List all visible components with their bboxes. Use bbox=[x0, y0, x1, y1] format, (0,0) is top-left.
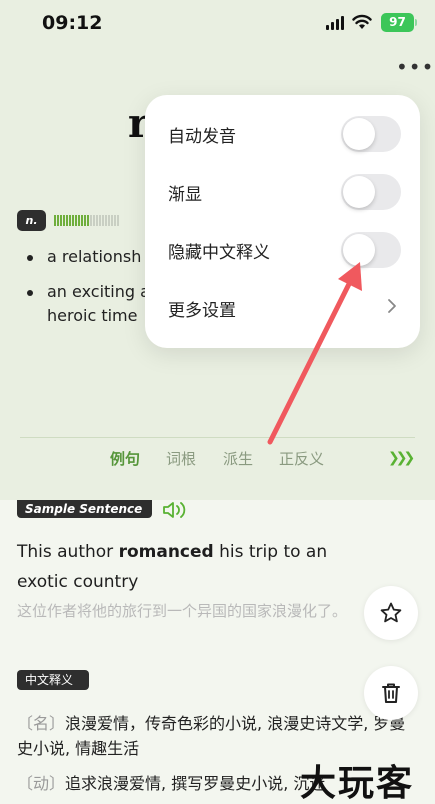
frequency-segment bbox=[111, 215, 113, 226]
example-en-text: This author bbox=[17, 542, 119, 562]
frequency-bar bbox=[54, 215, 119, 226]
frequency-segment bbox=[78, 215, 80, 226]
delete-button[interactable] bbox=[364, 666, 418, 720]
frequency-segment bbox=[84, 215, 86, 226]
tab-derivatives[interactable]: 派生 bbox=[223, 448, 253, 469]
tab-examples[interactable]: 例句 bbox=[110, 448, 140, 469]
favorite-button[interactable] bbox=[364, 586, 418, 640]
frequency-segment bbox=[87, 215, 89, 226]
chinese-meaning-label: 中文释义 bbox=[17, 670, 89, 690]
frequency-segment bbox=[96, 215, 98, 226]
frequency-segment bbox=[75, 215, 77, 226]
bullet-icon bbox=[27, 290, 33, 296]
tabs-divider bbox=[20, 437, 415, 438]
cn-definition-text: 浪漫爱情，传奇色彩的小说, 浪漫史诗文学, 罗曼史小说, 情趣生活 bbox=[17, 714, 406, 758]
menu-item-more-settings[interactable]: 更多设置 bbox=[145, 280, 420, 336]
chevron-right-icon bbox=[388, 299, 396, 313]
hide-chinese-toggle[interactable] bbox=[341, 232, 401, 268]
toggle-knob bbox=[343, 176, 375, 208]
definition-text: a relationsh bbox=[47, 247, 142, 266]
tab-roots[interactable]: 词根 bbox=[166, 448, 196, 469]
menu-item-hide-chinese[interactable]: 隐藏中文释义 bbox=[145, 222, 420, 278]
wifi-icon bbox=[352, 14, 372, 29]
frequency-segment bbox=[54, 215, 56, 226]
frequency-segment bbox=[108, 215, 110, 226]
frequency-segment bbox=[102, 215, 104, 226]
menu-item-auto-pronounce[interactable]: 自动发音 bbox=[145, 106, 420, 162]
cn-definition-text: 追求浪漫爱情, 撰写罗曼史小说, 沉迷 bbox=[65, 774, 326, 793]
toggle-knob bbox=[343, 118, 375, 150]
pos-badge: n. bbox=[17, 210, 46, 231]
more-options-button[interactable]: ••• bbox=[396, 57, 433, 83]
frequency-segment bbox=[93, 215, 95, 226]
signal-icon bbox=[326, 16, 346, 30]
status-time: 09:12 bbox=[42, 12, 103, 34]
speaker-icon[interactable] bbox=[162, 501, 188, 519]
frequency-segment bbox=[99, 215, 101, 226]
tab-synonyms-antonyms[interactable]: 正反义 bbox=[279, 448, 324, 469]
frequency-segment bbox=[81, 215, 83, 226]
frequency-segment bbox=[72, 215, 74, 226]
menu-item-label: 隐藏中文释义 bbox=[168, 243, 270, 263]
frequency-segment bbox=[117, 215, 119, 226]
menu-item-label: 渐显 bbox=[168, 185, 202, 205]
definition-text: heroic time bbox=[47, 306, 138, 325]
battery-icon: 97 bbox=[381, 13, 417, 32]
menu-item-fade-in[interactable]: 渐显 bbox=[145, 164, 420, 220]
frequency-segment bbox=[66, 215, 68, 226]
star-icon bbox=[380, 602, 402, 623]
bullet-icon bbox=[27, 255, 33, 261]
frequency-segment bbox=[105, 215, 107, 226]
example-keyword: romanced bbox=[118, 542, 214, 562]
example-sentence-cn: 这位作者将他的旅行到一个异国的国家浪漫化了。 bbox=[17, 602, 348, 620]
frequency-segment bbox=[114, 215, 116, 226]
menu-item-label: 自动发音 bbox=[168, 127, 236, 147]
cn-pos: 〔名〕 bbox=[17, 714, 66, 733]
example-sentence-en: This author romanced his trip to an exot… bbox=[17, 537, 372, 597]
definition-text: an exciting a bbox=[47, 282, 150, 301]
frequency-segment bbox=[90, 215, 92, 226]
tabs-scroll-arrows-icon[interactable]: ❯❯❯ bbox=[388, 450, 415, 466]
frequency-segment bbox=[69, 215, 71, 226]
toggle-knob bbox=[343, 234, 375, 266]
settings-popup-menu: 自动发音 渐显 隐藏中文释义 更多设置 bbox=[145, 95, 420, 348]
status-bar: 09:12 97 bbox=[0, 0, 435, 46]
tab-bar: 例句 词根 派生 正反义 ❯❯❯ bbox=[0, 448, 435, 476]
frequency-segment bbox=[63, 215, 65, 226]
auto-pronounce-toggle[interactable] bbox=[341, 116, 401, 152]
sample-sentence-label: Sample Sentence bbox=[17, 500, 152, 518]
menu-item-label: 更多设置 bbox=[168, 301, 236, 321]
trash-icon bbox=[382, 683, 400, 703]
watermark-logo: 大玩客 bbox=[300, 763, 415, 804]
cn-pos: 〔动〕 bbox=[17, 774, 66, 793]
frequency-segment bbox=[57, 215, 59, 226]
frequency-segment bbox=[60, 215, 62, 226]
fade-in-toggle[interactable] bbox=[341, 174, 401, 210]
